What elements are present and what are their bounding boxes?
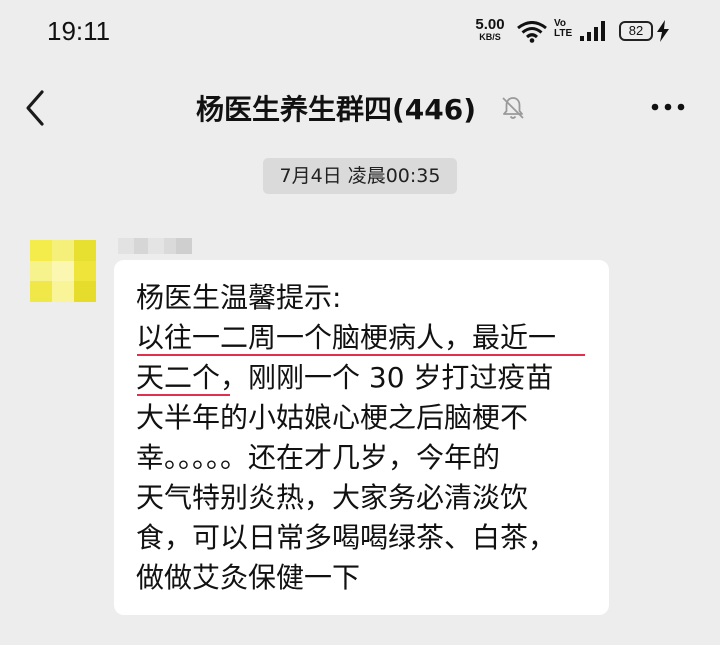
text-underline-mark <box>137 394 230 396</box>
message-line: 大半年的小姑娘心梗之后脑梗不 <box>136 401 529 434</box>
charging-bolt-icon <box>657 20 669 42</box>
text-underline-mark <box>137 354 585 356</box>
status-time: 19:11 <box>47 16 111 46</box>
avatar-mosaic-tile <box>30 240 52 261</box>
network-speed-value: 5.00 <box>475 16 505 33</box>
message-line: 天气特别炎热，大家务必清淡饮 <box>136 481 529 514</box>
sender-avatar[interactable] <box>30 240 96 302</box>
wifi-icon <box>517 21 547 43</box>
volte-bottom-label: LTE <box>554 28 573 39</box>
network-speed-unit: KB/S <box>479 32 501 42</box>
avatar-mosaic-tile <box>52 281 74 302</box>
message-line: 以往一二周一个脑梗病人，最近一 <box>136 321 557 354</box>
avatar-mosaic-tile <box>74 281 96 302</box>
message-timestamp: 7月4日 凌晨00:35 <box>263 158 457 194</box>
message-line: 杨医生温馨提示: <box>136 281 342 314</box>
chat-screen: 19:11 5.00 KB/S Vo LTE 82 杨医生养生群四(446) 7… <box>0 0 720 645</box>
chat-header: 杨医生养生群四(446) <box>0 62 720 150</box>
network-speed: 5.00 KB/S <box>469 17 511 42</box>
volte-icon: Vo LTE <box>554 19 572 39</box>
message-line: 天二个，刚刚一个 30 岁打过疫苗 <box>136 361 554 394</box>
battery-indicator: 82 <box>619 21 653 41</box>
more-options-icon[interactable] <box>650 102 686 112</box>
avatar-mosaic-tile <box>52 260 74 282</box>
avatar-mosaic-tile <box>52 240 74 261</box>
back-arrow-icon[interactable] <box>18 88 50 128</box>
message-text: 杨医生温馨提示: 以往一二周一个脑梗病人，最近一 天二个，刚刚一个 30 岁打过… <box>136 278 596 598</box>
message-line: 做做艾灸保健一下 <box>136 561 361 594</box>
message-line: 幸。。。。。还在才几岁，今年的 <box>136 441 501 474</box>
avatar-mosaic-tile <box>74 240 96 261</box>
cell-signal-icon <box>580 21 605 41</box>
chat-title: 杨医生养生群四(446) <box>196 93 477 126</box>
avatar-mosaic-tile <box>30 281 52 302</box>
mute-bell-icon <box>502 97 524 119</box>
sender-name-blurred <box>118 238 192 254</box>
message-line: 食，可以日常多喝喝绿茶、白茶， <box>136 521 557 554</box>
avatar-mosaic-tile <box>30 260 52 282</box>
avatar-mosaic-tile <box>74 260 96 282</box>
status-bar: 19:11 5.00 KB/S Vo LTE 82 <box>0 0 720 62</box>
